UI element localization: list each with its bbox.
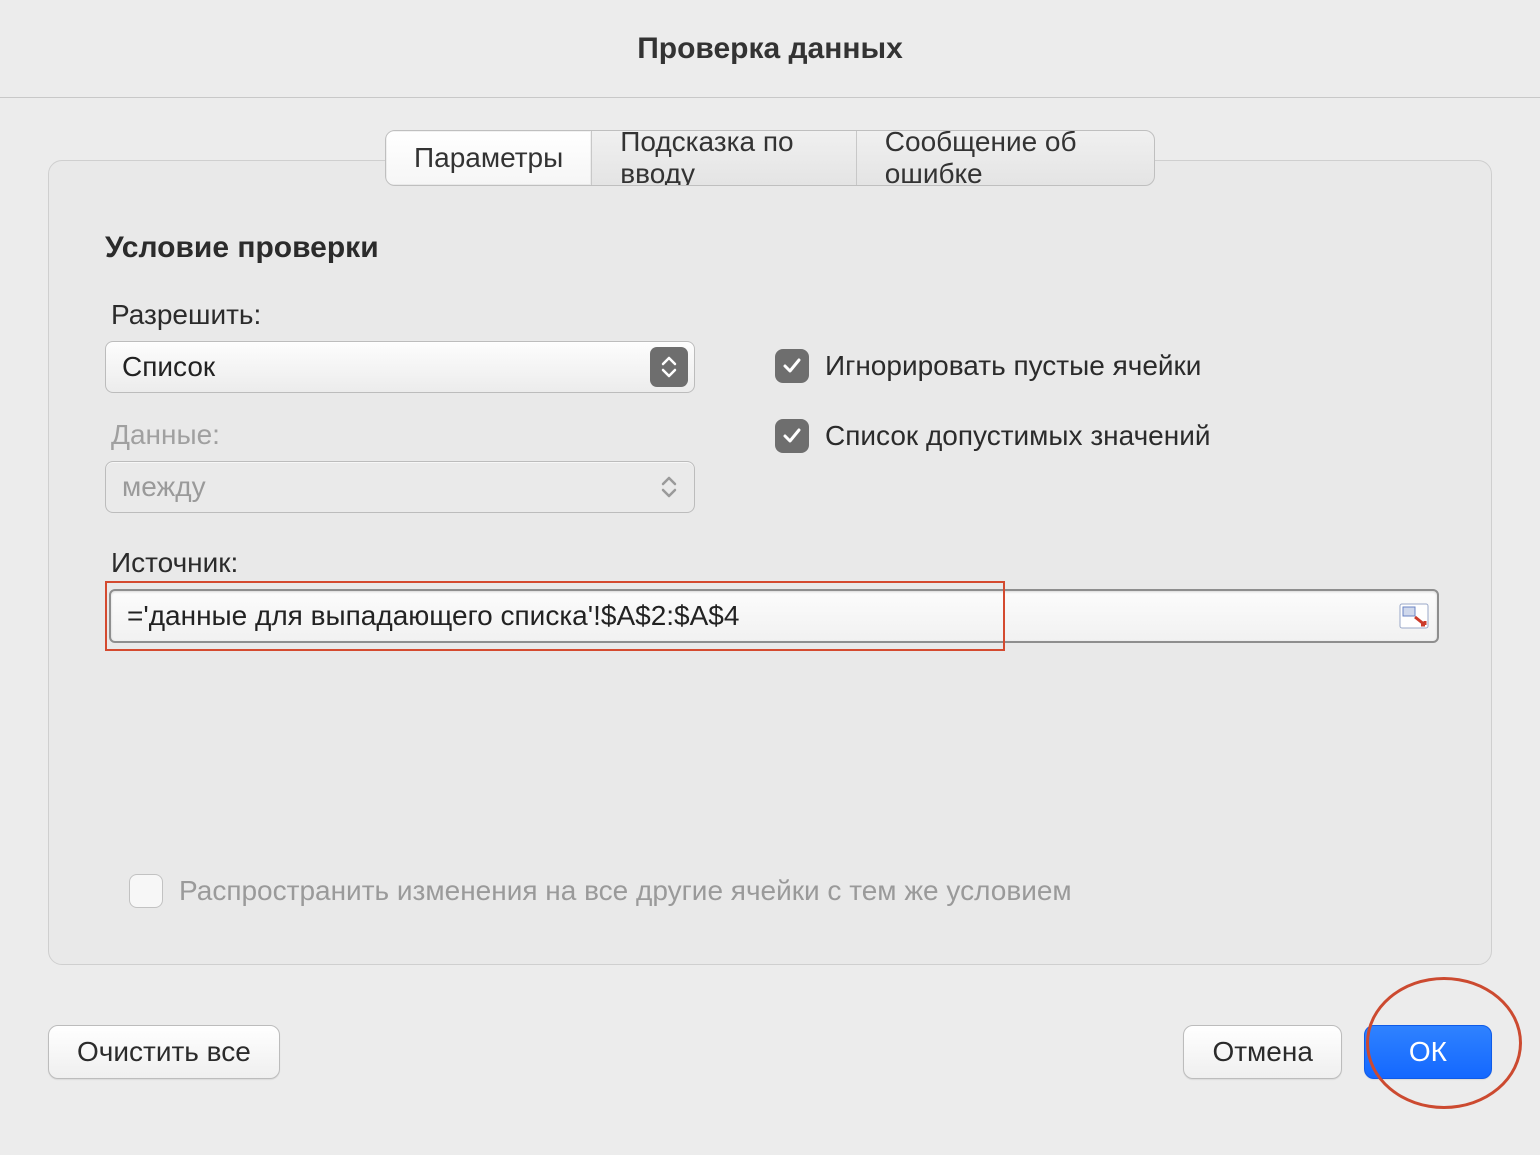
data-value: между bbox=[122, 471, 206, 503]
allow-combobox[interactable]: Список bbox=[105, 341, 695, 393]
range-selector-button[interactable] bbox=[1399, 603, 1429, 629]
source-label: Источник: bbox=[111, 547, 1435, 579]
data-label: Данные: bbox=[111, 419, 705, 451]
tab-strip: Параметры Подсказка по вводу Сообщение о… bbox=[385, 130, 1155, 186]
updown-icon bbox=[650, 467, 688, 507]
button-bar: Очистить все Отмена ОК bbox=[48, 1025, 1492, 1079]
apply-same-label: Распространить изменения на все другие я… bbox=[179, 875, 1072, 907]
range-selector-icon bbox=[1399, 603, 1429, 629]
dialog-title: Проверка данных bbox=[637, 32, 903, 66]
ignore-blank-label: Игнорировать пустые ячейки bbox=[825, 350, 1201, 382]
dropdown-list-label: Список допустимых значений bbox=[825, 420, 1210, 452]
tab-input-hint[interactable]: Подсказка по вводу bbox=[592, 131, 857, 185]
source-value: ='данные для выпадающего списка'!$A$2:$A… bbox=[127, 600, 739, 632]
updown-icon bbox=[650, 347, 688, 387]
ignore-blank-checkbox[interactable] bbox=[775, 349, 809, 383]
allow-label: Разрешить: bbox=[111, 299, 705, 331]
data-combobox: между bbox=[105, 461, 695, 513]
allow-value: Список bbox=[122, 351, 215, 383]
ok-button[interactable]: ОК bbox=[1364, 1025, 1492, 1079]
tab-parameters[interactable]: Параметры bbox=[386, 131, 592, 185]
tab-error-message[interactable]: Сообщение об ошибке bbox=[857, 131, 1154, 185]
cancel-button[interactable]: Отмена bbox=[1183, 1025, 1341, 1079]
source-input[interactable]: ='данные для выпадающего списка'!$A$2:$A… bbox=[109, 589, 1439, 643]
clear-all-button[interactable]: Очистить все bbox=[48, 1025, 280, 1079]
checkmark-icon bbox=[782, 356, 802, 376]
parameters-panel: Условие проверки Разрешить: Список Данны… bbox=[48, 160, 1492, 965]
checkmark-icon bbox=[782, 426, 802, 446]
dialog-titlebar: Проверка данных bbox=[0, 0, 1540, 98]
dropdown-list-checkbox[interactable] bbox=[775, 419, 809, 453]
apply-same-checkbox bbox=[129, 874, 163, 908]
section-heading: Условие проверки bbox=[105, 231, 1435, 265]
